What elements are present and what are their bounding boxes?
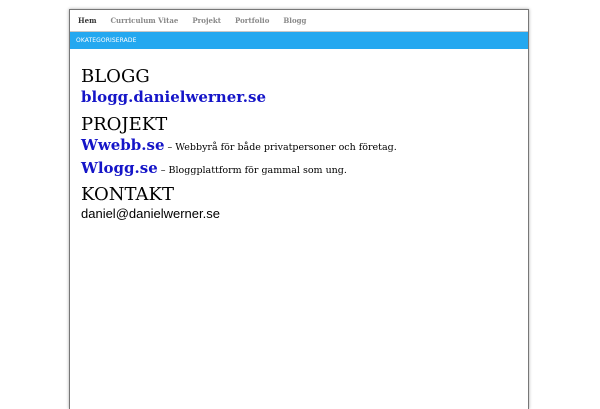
nav-item-curriculum-vitae[interactable]: Curriculum Vitae (108, 16, 187, 25)
top-navigation: Hem Curriculum Vitae Projekt Portfolio B… (70, 10, 528, 32)
projekt-heading: PROJEKT (81, 114, 168, 135)
nav-item-projekt[interactable]: Projekt (190, 16, 230, 25)
project-description: – Webbyrå för både privatpersoner och fö… (164, 142, 397, 153)
project-description: – Bloggplattform för gammal som ung. (157, 165, 347, 176)
project-item: Wlogg.se – Bloggplattform för gammal som… (81, 158, 528, 181)
kontakt-heading: KONTAKT (81, 184, 174, 205)
nav-item-hem[interactable]: Hem (76, 16, 105, 25)
category-bar: OKATEGORISERADE (70, 32, 528, 49)
blogg-heading: BLOGG (81, 66, 150, 87)
blogg-link[interactable]: blogg.danielwerner.se (81, 88, 266, 106)
page-frame: Hem Curriculum Vitae Projekt Portfolio B… (69, 9, 529, 409)
main-content: BLOGG blogg.danielwerner.se PROJEKT Wweb… (70, 49, 528, 223)
category-link-okategoriserade[interactable]: OKATEGORISERADE (76, 37, 137, 44)
nav-item-portfolio[interactable]: Portfolio (233, 16, 278, 25)
nav-item-blogg[interactable]: Blogg (281, 16, 315, 25)
project-item: Wwebb.se – Webbyrå för både privatperson… (81, 135, 528, 158)
project-link-wlogg[interactable]: Wlogg.se (81, 159, 158, 177)
project-link-wwebb[interactable]: Wwebb.se (81, 136, 165, 154)
blogg-row: blogg.danielwerner.se (81, 87, 528, 108)
contact-email: daniel@danielwerner.se (81, 206, 220, 221)
